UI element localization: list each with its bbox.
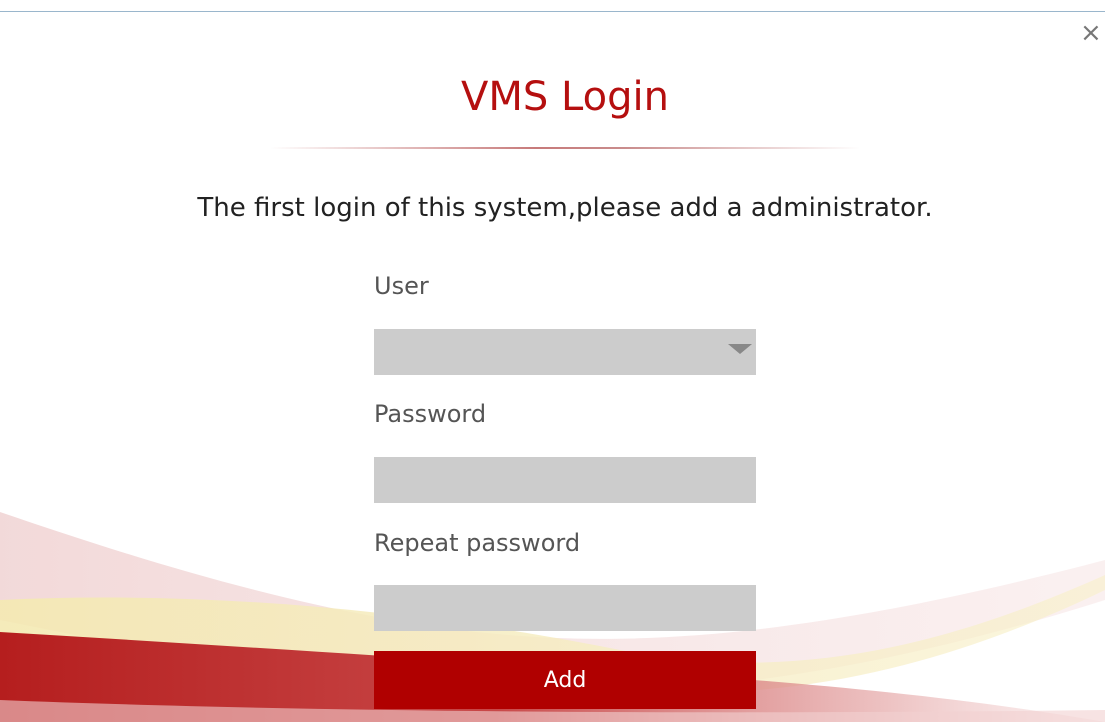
title-divider bbox=[270, 147, 860, 149]
password-label: Password bbox=[374, 400, 487, 428]
repeat-password-input[interactable] bbox=[374, 585, 756, 631]
add-button[interactable]: Add bbox=[374, 651, 756, 709]
user-label: User bbox=[374, 272, 429, 300]
subtitle-message: The first login of this system,please ad… bbox=[197, 193, 933, 223]
login-window: × VMS Login The first login of this syst… bbox=[0, 0, 1105, 722]
close-icon[interactable]: × bbox=[1080, 18, 1105, 48]
user-select[interactable] bbox=[374, 329, 756, 375]
chevron-down-icon[interactable] bbox=[728, 344, 752, 354]
repeat-password-label: Repeat password bbox=[374, 529, 581, 557]
password-input[interactable] bbox=[374, 457, 756, 503]
page-title: VMS Login bbox=[461, 74, 669, 120]
